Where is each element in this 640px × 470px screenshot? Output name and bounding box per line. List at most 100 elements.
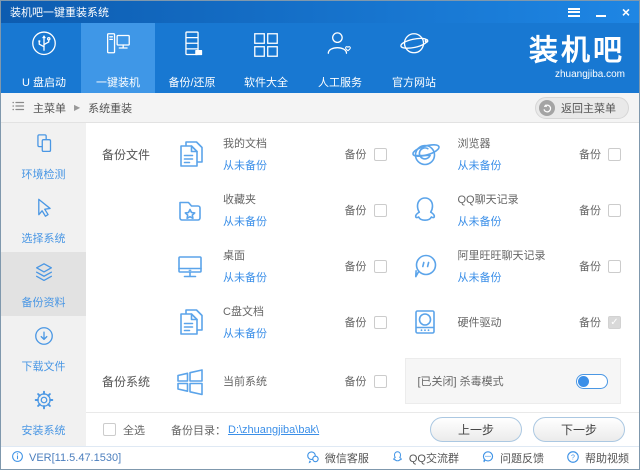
- backup-item-hardware-driver: 硬件驱动 备份: [405, 302, 640, 342]
- menu-icon[interactable]: [567, 7, 580, 17]
- env-check-icon: [31, 131, 57, 160]
- backup-checkbox-current-system[interactable]: [373, 374, 387, 388]
- logo-text: 装机吧: [528, 34, 625, 67]
- backup-checkbox-desktop[interactable]: [373, 259, 387, 273]
- sidebar-item-backup-data[interactable]: 备份资料: [1, 252, 86, 316]
- backup-item-favorites: 收藏夹 从未备份 备份: [170, 190, 405, 230]
- backup-label: 备份: [344, 149, 367, 161]
- usb-boot-icon: [25, 26, 63, 67]
- nav-tab-label: 备份/还原: [168, 77, 216, 89]
- backup-label: 备份: [579, 149, 601, 161]
- antivirus-mode-toggle[interactable]: [576, 373, 608, 389]
- nav-tab-usb-boot[interactable]: U 盘启动: [7, 23, 81, 93]
- favorites-folder-icon: [170, 190, 210, 230]
- close-icon[interactable]: ×: [622, 5, 630, 19]
- system-section-label: 备份系统: [102, 374, 151, 389]
- software-grid-icon: [247, 26, 285, 67]
- backup-checkbox-aliwangwang[interactable]: [608, 259, 621, 273]
- sidebar-item-download-files[interactable]: 下载文件: [1, 316, 86, 380]
- backup-checkbox-favorites[interactable]: [373, 203, 387, 217]
- hardware-driver-icon: [405, 302, 445, 342]
- window-title: 装机吧一键重装系统: [10, 7, 109, 19]
- item-title: 硬件驱动: [457, 317, 502, 329]
- item-title: 我的文档: [223, 138, 267, 150]
- sidebar-item-install-system[interactable]: 安装系统: [1, 380, 86, 444]
- qq-chat-icon: [405, 190, 445, 230]
- item-status: 从未备份: [457, 160, 502, 172]
- feedback-link[interactable]: 问题反馈: [481, 450, 544, 467]
- status-link-label: 问题反馈: [500, 453, 544, 465]
- backup-label: 备份: [344, 205, 367, 217]
- sidebar-item-label: 安装系统: [21, 424, 66, 437]
- nav-tab-one-key-install[interactable]: 一键装机: [81, 23, 155, 93]
- help-video-link[interactable]: ? 帮助视频: [566, 450, 629, 467]
- aliwangwang-chat-icon: [405, 246, 445, 286]
- item-title: 当前系统: [223, 376, 267, 388]
- item-status: 从未备份: [457, 272, 502, 284]
- item-status: 从未备份: [223, 272, 267, 284]
- backup-item-browser: 浏览器 从未备份 备份: [405, 134, 640, 174]
- backup-dir-link[interactable]: D:\zhuangjiba\bak\: [228, 424, 319, 436]
- backup-row: 备份文件 我的文档 从未备份 备份 浏览器 从未备份 备份: [86, 126, 639, 182]
- back-to-main-menu-button[interactable]: 返回主菜单: [535, 96, 629, 119]
- nav-tab-software[interactable]: 软件大全: [229, 23, 303, 93]
- item-title: QQ聊天记录: [457, 194, 519, 206]
- nav-tab-backup-restore[interactable]: 备份/还原: [155, 23, 229, 93]
- item-status: 从未备份: [223, 160, 267, 172]
- breadcrumb-current: 系统重装: [88, 102, 133, 115]
- browser-icon: [405, 134, 445, 174]
- desktop-icon: [170, 246, 210, 286]
- item-status: 从未备份: [223, 328, 267, 340]
- status-link-label: 微信客服: [324, 453, 369, 465]
- wechat-service-link[interactable]: 微信客服: [306, 450, 369, 467]
- backup-item-current-system: 当前系统 备份: [170, 361, 405, 401]
- files-section-label: 备份文件: [102, 147, 151, 162]
- nav-tab-label: 一键装机: [96, 77, 140, 89]
- backup-label: 备份: [579, 261, 601, 273]
- backup-row: C盘文档 从未备份 备份 硬件驱动 备份 ✓: [86, 294, 639, 350]
- c-drive-docs-icon: [170, 302, 210, 342]
- next-step-button[interactable]: 下一步: [533, 417, 625, 442]
- backup-restore-icon: [173, 26, 211, 67]
- back-arrow-icon: [539, 99, 555, 116]
- sidebar-item-select-system[interactable]: 选择系统: [1, 188, 86, 252]
- backup-item-my-documents: 我的文档 从未备份 备份: [170, 134, 405, 174]
- status-bar: VER[11.5.47.1530] 微信客服 QQ交流群 问题反馈 ? 帮助视频: [1, 446, 639, 469]
- list-icon: [11, 99, 25, 116]
- toggle-knob: [578, 375, 589, 387]
- nav-tab-website[interactable]: 官方网站: [377, 23, 451, 93]
- top-nav: U 盘启动 一键装机 备份/还原 软件大全 人工服务 官方网站 装机吧 zhua…: [1, 23, 639, 93]
- backup-checkbox-my-documents[interactable]: [373, 147, 387, 161]
- backup-label: 备份: [344, 261, 367, 273]
- title-bar: 装机吧一键重装系统 ×: [1, 1, 639, 23]
- nav-tab-label: 官方网站: [392, 77, 436, 89]
- info-icon: [11, 450, 24, 466]
- status-link-label: 帮助视频: [585, 453, 629, 465]
- nav-tab-label: 人工服务: [318, 77, 362, 89]
- backup-checkbox-qq-chat[interactable]: [608, 203, 621, 217]
- backup-checkbox-browser[interactable]: [608, 147, 621, 161]
- item-title: 浏览器: [457, 138, 491, 150]
- nav-tab-service[interactable]: 人工服务: [303, 23, 377, 93]
- item-title: C盘文档: [223, 306, 264, 318]
- backup-item-aliwangwang: 阿里旺旺聊天记录 从未备份 备份: [405, 246, 640, 286]
- sidebar-item-env-check[interactable]: 环境检测: [1, 124, 86, 188]
- backup-label: 备份: [579, 205, 601, 217]
- backup-row: 收藏夹 从未备份 备份 QQ聊天记录 从未备份 备份: [86, 182, 639, 238]
- antivirus-cell: [已关闭] 杀毒模式: [404, 358, 640, 404]
- minimize-icon[interactable]: [595, 14, 606, 17]
- qq-group-link[interactable]: QQ交流群: [391, 450, 459, 467]
- nav-tab-label: U 盘启动: [22, 77, 66, 89]
- breadcrumb: 主菜单 ▶ 系统重装 返回主菜单: [1, 93, 639, 123]
- help-video-icon: ?: [566, 450, 580, 467]
- backup-checkbox-c-drive-docs[interactable]: [373, 315, 387, 329]
- breadcrumb-root[interactable]: 主菜单: [33, 100, 66, 116]
- app-window: 装机吧一键重装系统 × U 盘启动 一键装机 备份/还原 软件大全 人工服务 官…: [0, 0, 640, 470]
- select-all-label: 全选: [123, 424, 145, 437]
- select-all-checkbox[interactable]: [103, 423, 116, 436]
- sidebar-item-label: 环境检测: [21, 168, 66, 181]
- item-status: 从未备份: [457, 216, 502, 228]
- logo-domain: zhuangjiba.com: [554, 68, 625, 80]
- sidebar: 环境检测 选择系统 备份资料 下载文件 安装系统: [1, 123, 86, 446]
- prev-step-button[interactable]: 上一步: [430, 417, 522, 442]
